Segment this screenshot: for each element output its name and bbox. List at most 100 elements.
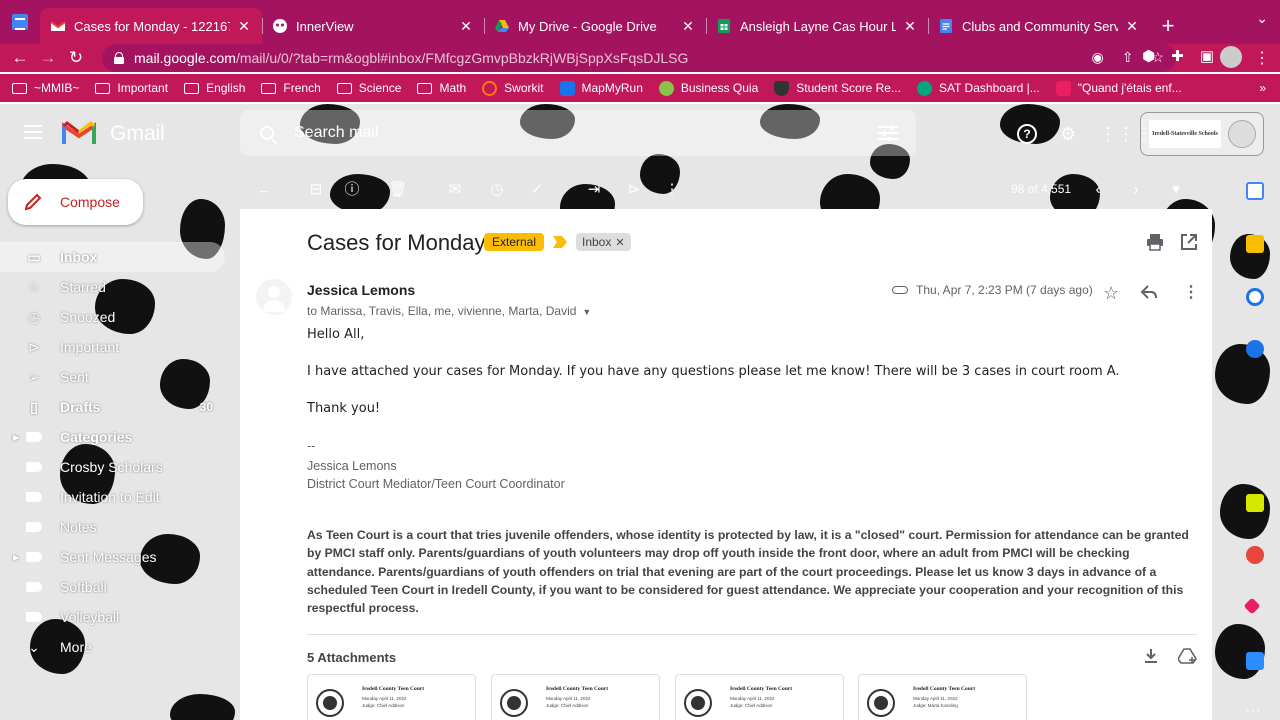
search-options-icon[interactable]: [878, 125, 898, 141]
search-input[interactable]: Search mail: [294, 124, 378, 142]
mark-unread-icon[interactable]: ✉: [445, 180, 465, 200]
attachment-card[interactable]: Iredell County Teen Court Monday April 11…: [675, 674, 844, 720]
attachment-card[interactable]: Iredell County Teen Court Monday April 11…: [307, 674, 476, 720]
bookmark-student-score[interactable]: Student Score Re...: [774, 80, 901, 96]
tab-docs[interactable]: Clubs and Community Service ✕: [928, 8, 1150, 44]
tab-close-icon[interactable]: ✕: [458, 18, 474, 35]
lock-icon[interactable]: [114, 52, 124, 64]
sidebar-item-starred[interactable]: ☆ Starred: [0, 272, 225, 302]
new-tab-button[interactable]: +: [1150, 8, 1186, 44]
account-switcher[interactable]: Iredell-Statesville Schools: [1140, 112, 1264, 156]
zoom-icon[interactable]: [1246, 652, 1264, 670]
bookmarks-overflow-button[interactable]: »: [1259, 81, 1266, 95]
older-chevron-icon[interactable]: ›: [1126, 180, 1146, 200]
tasks-icon[interactable]: [1246, 288, 1264, 306]
bookmark-quand[interactable]: "Quand j'étais enf...: [1055, 80, 1182, 96]
expand-caret-icon[interactable]: ▶: [13, 433, 19, 442]
url-text[interactable]: mail.google.com/mail/u/0/?tab=rm&ogbl#in…: [134, 50, 688, 66]
sidebar-item-important[interactable]: ⊳ Important: [0, 332, 225, 362]
tab-gmail[interactable]: Cases for Monday - 12216797 ✕: [40, 8, 262, 44]
tab-innerview[interactable]: InnerView ✕: [262, 8, 484, 44]
keep-icon[interactable]: [1246, 235, 1264, 253]
show-details-icon[interactable]: ▼: [582, 307, 591, 317]
sidebar-item-more[interactable]: ⌄ More: [0, 632, 225, 662]
search-bar[interactable]: Search mail: [240, 110, 916, 156]
contacts-icon[interactable]: [1246, 340, 1264, 358]
print-icon[interactable]: [1146, 233, 1164, 251]
input-tools-icon[interactable]: ▾: [1166, 180, 1186, 200]
snooze-icon[interactable]: ◷: [487, 180, 507, 200]
back-to-inbox-icon[interactable]: ←: [254, 180, 274, 200]
bookmark-folder[interactable]: Important: [95, 81, 168, 95]
bookmark-sworkit[interactable]: Sworkit: [482, 80, 544, 96]
share-icon[interactable]: ⇧: [1122, 49, 1134, 66]
bookmark-folder[interactable]: Math: [417, 81, 466, 95]
download-addon-icon[interactable]: [1246, 494, 1264, 512]
settings-gear-icon[interactable]: ⚙: [1058, 124, 1078, 144]
bookmark-folder[interactable]: Science: [336, 81, 401, 95]
report-spam-icon[interactable]: ⓘ: [342, 180, 362, 200]
calendar-icon[interactable]: [1246, 182, 1264, 200]
extension-icon[interactable]: ⬢: [1142, 47, 1155, 65]
sender-name[interactable]: Jessica Lemons: [307, 282, 415, 298]
tab-close-icon[interactable]: ✕: [1124, 18, 1140, 35]
sidebar-item-sent[interactable]: ➢ Sent: [0, 362, 225, 392]
bookmark-business-quia[interactable]: Business Quia: [658, 80, 758, 96]
bookmark-folder[interactable]: ~MMIB~: [12, 81, 79, 95]
help-icon[interactable]: ?: [1017, 124, 1037, 144]
reply-icon[interactable]: [1140, 283, 1158, 301]
puzzle-icon[interactable]: ✚: [1171, 47, 1184, 65]
add-task-icon[interactable]: ✓: [527, 180, 547, 200]
sidebar-item-drafts[interactable]: ▯ Drafts 30: [0, 392, 225, 422]
compose-button[interactable]: Compose: [8, 179, 143, 225]
important-marker-icon[interactable]: [553, 236, 567, 248]
sidebar-item-volleyball[interactable]: Volleyball: [0, 602, 225, 632]
tab-search-chevron-icon[interactable]: ⌄: [1256, 10, 1268, 27]
account-avatar[interactable]: [1228, 120, 1256, 148]
archive-icon[interactable]: ⊟: [306, 180, 326, 200]
download-all-icon[interactable]: [1142, 647, 1160, 665]
tab-search-button[interactable]: [0, 0, 40, 44]
bookmark-sat-dashboard[interactable]: SAT Dashboard |...: [916, 80, 1040, 96]
back-button[interactable]: ←: [6, 48, 34, 68]
expand-caret-icon[interactable]: ▶: [13, 553, 19, 562]
forward-button[interactable]: →: [34, 48, 62, 68]
tab-close-icon[interactable]: ✕: [680, 18, 696, 35]
bookmark-folder[interactable]: French: [261, 81, 321, 95]
side-panel-icon[interactable]: ▣: [1200, 47, 1214, 65]
address-bar[interactable]: mail.google.com/mail/u/0/?tab=rm&ogbl#in…: [102, 44, 1176, 72]
inbox-label-chip[interactable]: Inbox ✕: [576, 233, 631, 251]
open-in-new-window-icon[interactable]: [1180, 233, 1198, 251]
tab-sheets[interactable]: Ansleigh Layne Cas Hour Log ✕: [706, 8, 928, 44]
newer-chevron-icon[interactable]: ‹: [1088, 180, 1108, 200]
sidebar-item-crosby-scholars[interactable]: Crosby Scholars: [0, 452, 225, 482]
label-tag-icon[interactable]: ⊳: [624, 180, 644, 200]
get-addons-icon[interactable]: ···: [1244, 702, 1262, 720]
sidebar-item-categories[interactable]: ▶ Categories: [0, 422, 225, 452]
browser-menu-icon[interactable]: ⋮: [1254, 48, 1270, 68]
sidebar-item-softball[interactable]: Softball: [0, 572, 225, 602]
delete-icon[interactable]: 🗑: [388, 180, 408, 200]
tab-google-drive[interactable]: My Drive - Google Drive ✕: [484, 8, 706, 44]
star-icon[interactable]: ☆: [1103, 283, 1119, 304]
addon-icon[interactable]: [1246, 546, 1264, 564]
profile-avatar[interactable]: [1220, 46, 1242, 68]
message-more-icon[interactable]: ⋮: [1183, 282, 1199, 302]
attachment-card[interactable]: Iredell County Teen Court Monday April 11…: [491, 674, 660, 720]
sidebar-item-invitation-to-edit[interactable]: Invitation to Edit: [0, 482, 225, 512]
addon-pin-icon[interactable]: [1243, 597, 1261, 615]
remove-label-icon[interactable]: ✕: [615, 237, 624, 249]
sender-avatar[interactable]: [256, 279, 292, 315]
add-to-drive-icon[interactable]: [1178, 647, 1198, 665]
more-actions-icon[interactable]: ⋮: [662, 180, 682, 200]
google-apps-icon[interactable]: ⋮⋮⋮: [1099, 124, 1153, 144]
eye-icon[interactable]: ◉: [1091, 49, 1103, 66]
search-icon[interactable]: [260, 126, 274, 140]
tab-close-icon[interactable]: ✕: [236, 18, 252, 35]
sidebar-item-snoozed[interactable]: ◷ Snoozed: [0, 302, 225, 332]
sidebar-item-notes[interactable]: Notes: [0, 512, 225, 542]
tab-close-icon[interactable]: ✕: [902, 18, 918, 35]
bookmark-mapmyrun[interactable]: MapMyRun: [559, 80, 643, 96]
recipients-line[interactable]: to Marissa, Travis, Ella, me, vivienne, …: [307, 304, 591, 318]
sidebar-item-sent-messages[interactable]: ▶ Sent Messages: [0, 542, 225, 572]
